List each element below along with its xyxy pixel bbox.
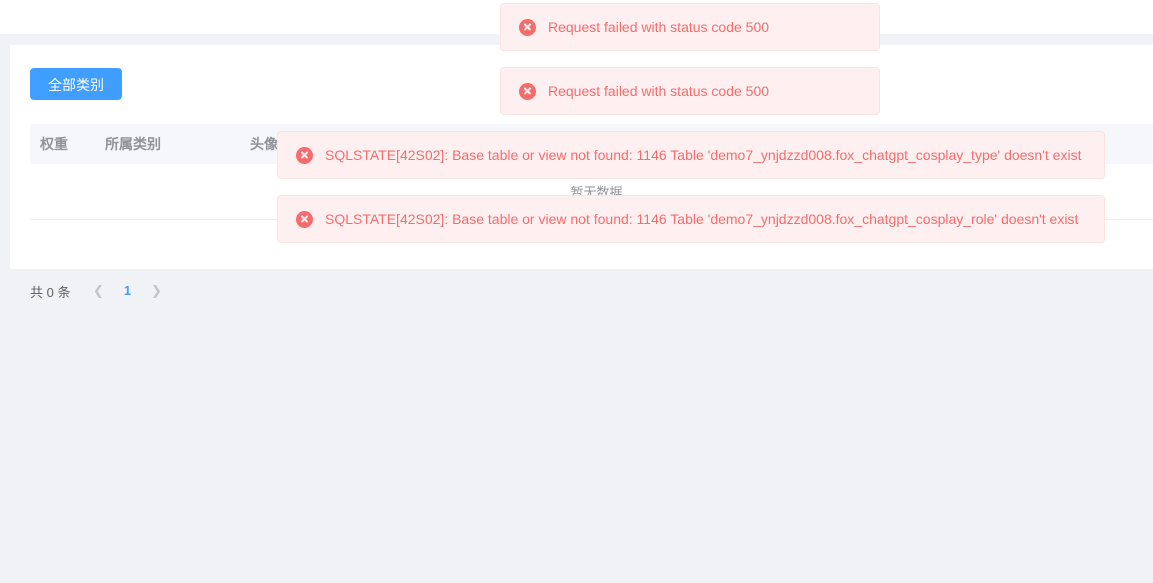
error-toast[interactable]: Request failed with status code 500 — [500, 67, 880, 115]
error-toast-message: SQLSTATE[42S02]: Base table or view not … — [325, 210, 1079, 227]
chevron-right-icon[interactable]: ❯ — [142, 277, 170, 305]
toolbar: 全部类别 — [30, 68, 122, 100]
error-circle-icon — [296, 210, 313, 228]
pagination-page-1[interactable]: 1 — [112, 277, 142, 305]
error-circle-icon — [296, 146, 313, 164]
column-header-category[interactable]: 所属类别 — [95, 134, 240, 154]
pagination-total-label: 共 0 条 — [30, 284, 71, 300]
chevron-left-icon[interactable]: ❮ — [84, 277, 112, 305]
all-category-button[interactable]: 全部类别 — [30, 68, 122, 100]
error-toast-message: Request failed with status code 500 — [548, 82, 770, 99]
pagination: 共 0 条 ❮ 1 ❯ — [30, 277, 170, 305]
column-header-weight[interactable]: 权重 — [30, 134, 95, 154]
app-shell: 全部类别 权重 所属类别 头像 暂无数据 共 0 条 ❮ 1 ❯ Request… — [0, 0, 1153, 583]
error-toast[interactable]: SQLSTATE[42S02]: Base table or view not … — [277, 195, 1105, 243]
error-toast-message: SQLSTATE[42S02]: Base table or view not … — [325, 146, 1082, 163]
error-toast-message: Request failed with status code 500 — [548, 18, 770, 35]
error-circle-icon — [519, 18, 536, 36]
error-circle-icon — [519, 82, 536, 100]
error-toast[interactable]: Request failed with status code 500 — [500, 3, 880, 51]
error-toast[interactable]: SQLSTATE[42S02]: Base table or view not … — [277, 131, 1105, 179]
